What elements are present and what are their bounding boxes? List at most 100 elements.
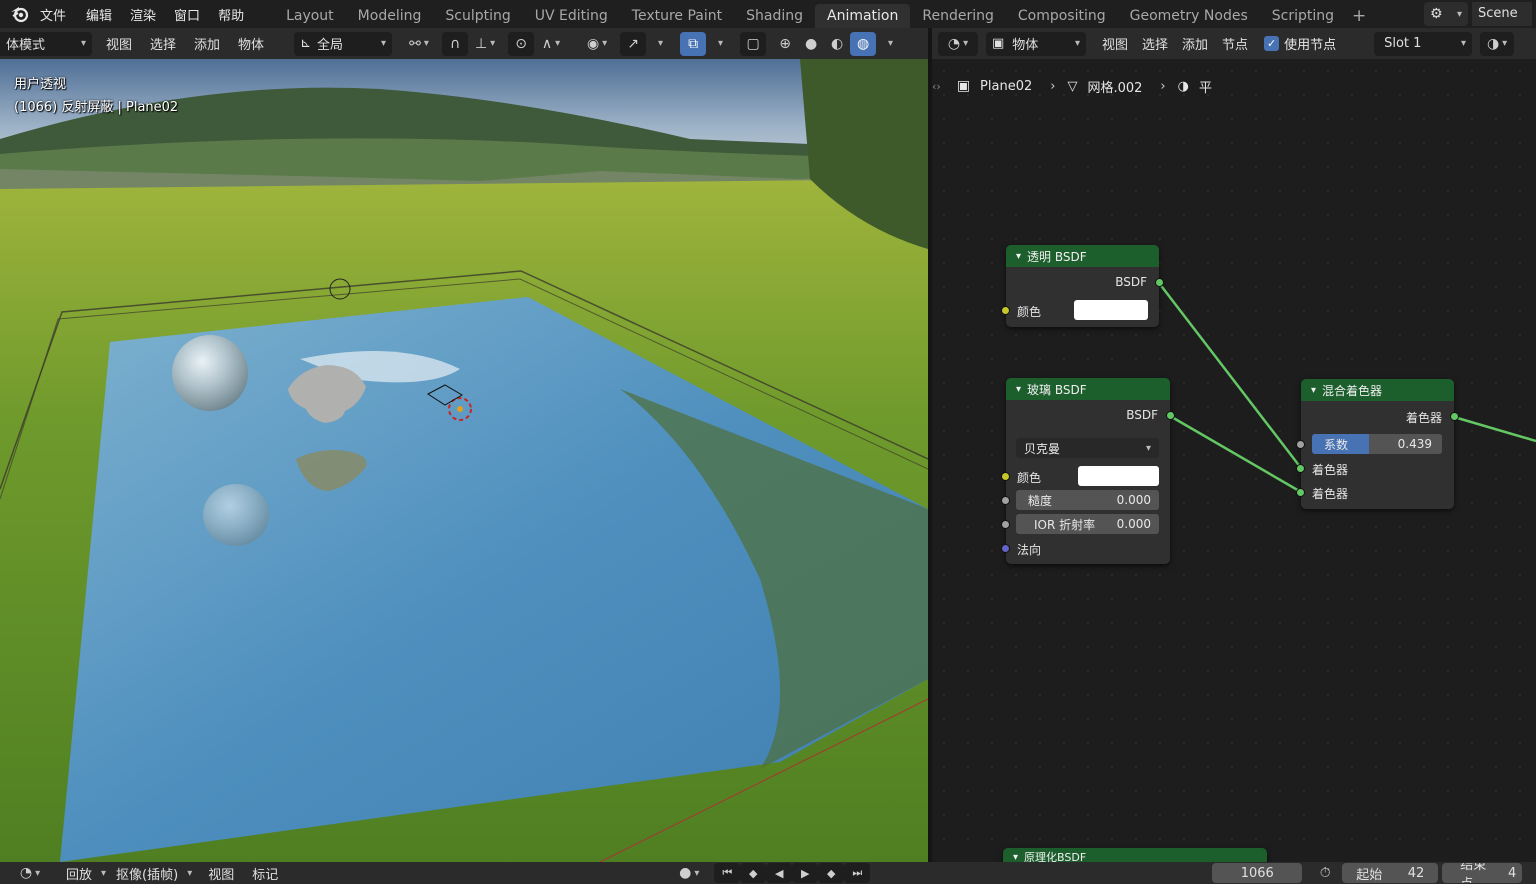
collapse-icon[interactable]: ▾ bbox=[1016, 384, 1027, 395]
editor-type-icon[interactable]: ◔ ▾ bbox=[938, 31, 978, 56]
proportional-edit-icon[interactable]: ⊙ bbox=[508, 31, 535, 56]
normal-socket[interactable] bbox=[1001, 544, 1010, 553]
fac-socket[interactable] bbox=[1296, 440, 1305, 449]
shading-rendered-icon[interactable]: ◍ bbox=[850, 31, 877, 56]
collapse-icon[interactable]: ▾ bbox=[1311, 385, 1322, 396]
menu-window[interactable]: 窗口 bbox=[174, 5, 218, 24]
color-socket[interactable] bbox=[1001, 306, 1010, 315]
autokey-record-icon[interactable]: ● ▾ bbox=[676, 863, 702, 883]
fac-slider[interactable]: 系数 0.439 bbox=[1312, 434, 1442, 454]
jump-start-icon[interactable]: ⏮ bbox=[714, 863, 741, 883]
collapse-icon[interactable]: ▾ bbox=[1013, 852, 1024, 863]
tab-scripting[interactable]: Scripting bbox=[1260, 4, 1346, 28]
color-socket[interactable] bbox=[1001, 472, 1010, 481]
node-header[interactable]: ▾ 玻璃 BSDF bbox=[1006, 378, 1170, 400]
chevron-down-icon: ▾ bbox=[80, 38, 86, 49]
output-socket[interactable] bbox=[1155, 278, 1164, 287]
add-workspace-button[interactable]: + bbox=[1346, 4, 1372, 28]
node-header[interactable]: ▾ 原理化BSDF bbox=[1003, 848, 1267, 862]
snap-target-icon[interactable]: ⊥ ▾ bbox=[468, 32, 502, 56]
tab-geometry-nodes[interactable]: Geometry Nodes bbox=[1118, 4, 1260, 28]
shader-type-selector[interactable]: ▣ 物体 ▾ bbox=[986, 31, 1086, 56]
shading-dropdown-icon[interactable]: ▾ bbox=[876, 32, 902, 56]
tab-texture-paint[interactable]: Texture Paint bbox=[620, 4, 734, 28]
roughness-field[interactable]: 糙度 0.000 bbox=[1016, 490, 1159, 510]
node-glass-bsdf[interactable]: ▾ 玻璃 BSDF BSDF 贝克曼 ▾ 颜色 糙度 0.000 IOR 折射率… bbox=[1001, 378, 1175, 564]
gizmo-dropdown-icon[interactable]: ▾ bbox=[646, 32, 672, 56]
tab-sculpting[interactable]: Sculpting bbox=[433, 4, 522, 28]
vp-menu-view[interactable]: 视图 bbox=[92, 34, 140, 53]
tab-uv-editing[interactable]: UV Editing bbox=[523, 4, 620, 28]
shader1-socket[interactable] bbox=[1296, 464, 1305, 473]
tab-compositing[interactable]: Compositing bbox=[1006, 4, 1118, 28]
tab-modeling[interactable]: Modeling bbox=[346, 4, 434, 28]
preview-range-icon[interactable]: ⏱ bbox=[1312, 863, 1338, 883]
scene-name[interactable]: Scene bbox=[1472, 2, 1532, 26]
play-reverse-icon[interactable]: ◀ bbox=[766, 863, 793, 883]
menu-edit[interactable]: 编辑 bbox=[86, 5, 130, 24]
node-transparent-bsdf[interactable]: ▾ 透明 BSDF BSDF 颜色 bbox=[1001, 245, 1164, 327]
node-editor[interactable]: ‹› ▣ Plane02 › ▽ 网格.002 › ◑ 平 ▾ 透明 BSDF … bbox=[932, 59, 1536, 862]
vp-menu-select[interactable]: 选择 bbox=[140, 34, 184, 53]
next-keyframe-icon[interactable]: ◆ bbox=[818, 863, 845, 883]
output-socket[interactable] bbox=[1450, 412, 1459, 421]
ne-menu-node[interactable]: 节点 bbox=[1216, 34, 1256, 53]
tl-menu-keying[interactable]: 抠像(插帧) bbox=[106, 864, 178, 883]
shading-solid-icon[interactable]: ● bbox=[798, 32, 824, 56]
prev-keyframe-icon[interactable]: ◆ bbox=[740, 863, 767, 883]
shader2-socket[interactable] bbox=[1296, 488, 1305, 497]
tab-animation[interactable]: Animation bbox=[815, 4, 911, 28]
mode-selector[interactable]: 体模式 ▾ bbox=[0, 31, 92, 56]
output-socket[interactable] bbox=[1166, 411, 1175, 420]
ior-socket[interactable] bbox=[1001, 520, 1010, 529]
material-browse-icon[interactable]: ◑ ▾ bbox=[1480, 31, 1515, 56]
ne-menu-select[interactable]: 选择 bbox=[1136, 34, 1176, 53]
visibility-icon[interactable]: ◉ ▾ bbox=[578, 32, 616, 56]
distribution-dropdown[interactable]: 贝克曼 ▾ bbox=[1016, 438, 1159, 458]
checkbox-checked-icon: ✓ bbox=[1264, 36, 1280, 51]
jump-end-icon[interactable]: ⏭ bbox=[844, 863, 871, 883]
tl-menu-playback[interactable]: 回放 bbox=[50, 864, 92, 883]
current-frame-field[interactable]: 1066 bbox=[1212, 863, 1303, 883]
vp-menu-object[interactable]: 物体 bbox=[228, 34, 294, 53]
ior-field[interactable]: IOR 折射率 0.000 bbox=[1016, 514, 1159, 534]
shading-wireframe-icon[interactable]: ⊕ bbox=[772, 32, 798, 56]
tl-menu-marker[interactable]: 标记 bbox=[234, 864, 278, 883]
shading-material-icon[interactable]: ◐ bbox=[824, 32, 850, 56]
menu-render[interactable]: 渲染 bbox=[130, 5, 174, 24]
menu-help[interactable]: 帮助 bbox=[218, 5, 274, 24]
scene-selector[interactable]: ⚙ ▾ bbox=[1424, 2, 1468, 26]
vp-menu-add[interactable]: 添加 bbox=[184, 34, 228, 53]
falloff-icon[interactable]: ∧ ▾ bbox=[534, 32, 568, 56]
color-swatch[interactable] bbox=[1074, 300, 1148, 320]
start-frame-field[interactable]: 起始 42 bbox=[1342, 863, 1439, 883]
material-slot-selector[interactable]: Slot 1 ▾ bbox=[1374, 31, 1473, 56]
tab-layout[interactable]: Layout bbox=[274, 4, 346, 28]
editor-type-icon[interactable]: ◔ ▾ bbox=[10, 863, 50, 883]
roughness-socket[interactable] bbox=[1001, 496, 1010, 505]
node-principled-bsdf[interactable]: ▾ 原理化BSDF bbox=[1003, 848, 1267, 862]
3d-viewport[interactable]: 用户透视 (1066) 反射屏蔽 | Plane02 bbox=[0, 59, 928, 862]
play-icon[interactable]: ▶ bbox=[792, 863, 819, 883]
gizmo-icon[interactable]: ↗ bbox=[620, 31, 647, 56]
color-swatch[interactable] bbox=[1078, 466, 1159, 486]
ne-menu-add[interactable]: 添加 bbox=[1176, 34, 1216, 53]
node-header[interactable]: ▾ 透明 BSDF bbox=[1006, 245, 1159, 267]
snap-icon[interactable]: ∩ bbox=[442, 31, 469, 56]
blender-logo-icon[interactable] bbox=[0, 5, 40, 23]
xray-icon[interactable]: ▢ bbox=[740, 31, 767, 56]
ne-menu-view[interactable]: 视图 bbox=[1086, 34, 1136, 53]
node-header[interactable]: ▾ 混合着色器 bbox=[1301, 379, 1454, 401]
menu-file[interactable]: 文件 bbox=[40, 5, 86, 24]
end-frame-field[interactable]: 结束点 4 bbox=[1442, 863, 1523, 883]
overlays-icon[interactable]: ⧉ bbox=[680, 31, 707, 56]
pivot-point-icon[interactable]: ⚯ ▾ bbox=[400, 32, 438, 56]
node-mix-shader[interactable]: ▾ 混合着色器 着色器 系数 0.439 着色器 着色器 bbox=[1296, 379, 1459, 509]
tab-rendering[interactable]: Rendering bbox=[910, 4, 1006, 28]
tab-shading[interactable]: Shading bbox=[734, 4, 815, 28]
transform-orientation-selector[interactable]: ⊾ 全局 ▾ bbox=[294, 31, 393, 56]
collapse-icon[interactable]: ▾ bbox=[1016, 251, 1027, 262]
tl-menu-view[interactable]: 视图 bbox=[192, 864, 234, 883]
overlays-dropdown-icon[interactable]: ▾ bbox=[706, 32, 732, 56]
use-nodes-checkbox[interactable]: ✓ 使用节点 bbox=[1264, 34, 1336, 53]
